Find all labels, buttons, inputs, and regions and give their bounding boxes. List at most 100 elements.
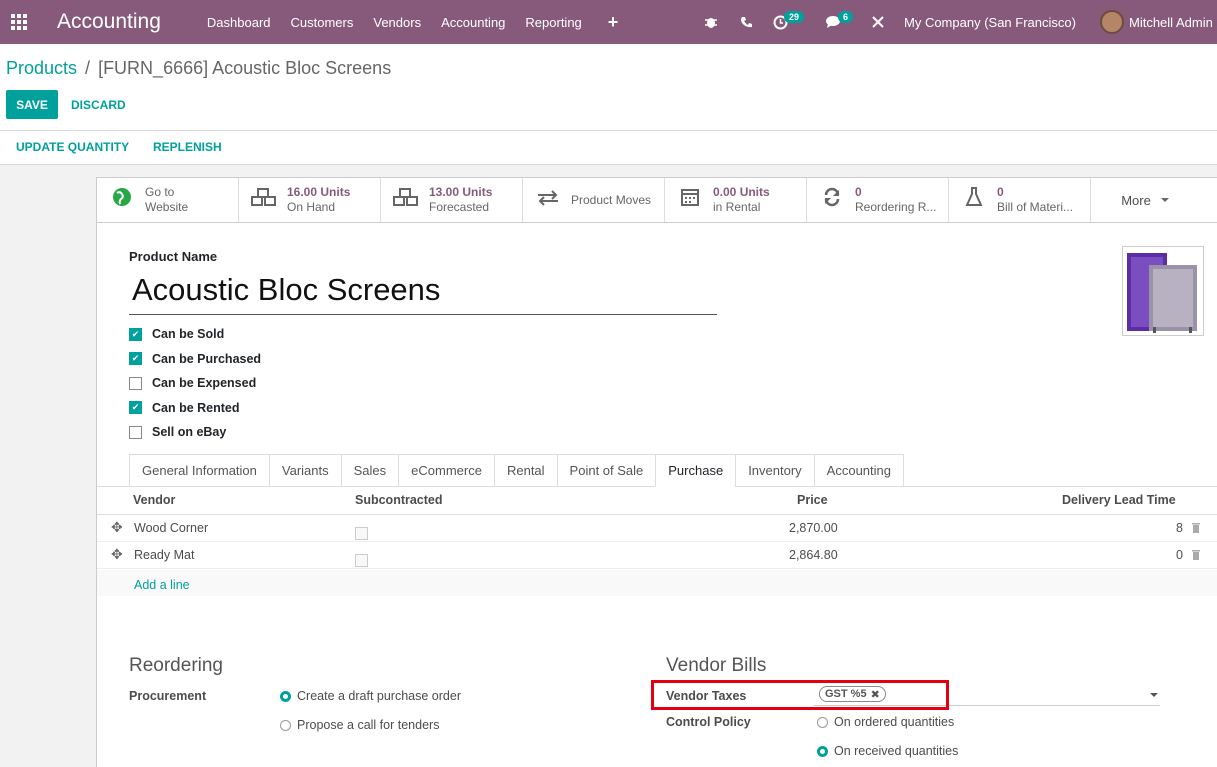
breadcrumb-current: [FURN_6666] Acoustic Bloc Screens bbox=[98, 58, 392, 78]
lead-time-cell[interactable]: 0 bbox=[1176, 548, 1183, 562]
form-sheet: Go to Website 16.00 Units On Hand 13.00 Un… bbox=[96, 177, 1217, 767]
menu-vendors[interactable]: Vendors bbox=[373, 15, 421, 30]
header-lead-time[interactable]: Delivery Lead Time bbox=[1062, 493, 1176, 507]
apps-menu-icon[interactable] bbox=[0, 0, 30, 44]
header-vendor[interactable]: Vendor bbox=[133, 493, 175, 507]
radio-label: Create a draft purchase order bbox=[297, 689, 461, 703]
menu-dashboard[interactable]: Dashboard bbox=[207, 15, 271, 30]
discard-button[interactable]: DISCARD bbox=[71, 90, 126, 119]
menu-reporting[interactable]: Reporting bbox=[525, 15, 581, 30]
company-switcher[interactable]: My Company (San Francisco) bbox=[904, 0, 1076, 44]
replenish-button[interactable]: REPLENISH bbox=[153, 140, 222, 154]
radio-ordered-quantities[interactable]: On ordered quantities bbox=[817, 715, 954, 729]
product-image[interactable] bbox=[1122, 246, 1204, 336]
smart-button-reordering[interactable]: 0 Reordering R... bbox=[807, 178, 949, 222]
vendor-table: Vendor Subcontracted Price Delivery Lead… bbox=[97, 487, 1217, 596]
product-name-input[interactable]: Acoustic Bloc Screens bbox=[129, 268, 717, 315]
messages-icon[interactable]: 6 bbox=[826, 0, 854, 44]
radio-label: On received quantities bbox=[834, 744, 959, 758]
smart-button-forecasted[interactable]: 13.00 Units Forecasted bbox=[381, 178, 523, 222]
smart-button-website[interactable]: Go to Website bbox=[97, 178, 239, 222]
tab-accounting[interactable]: Accounting bbox=[813, 454, 904, 487]
smart-button-rental[interactable]: 0.00 Units in Rental bbox=[665, 178, 807, 222]
tab-variants[interactable]: Variants bbox=[268, 454, 342, 487]
add-line-link[interactable]: Add a line bbox=[134, 578, 190, 592]
tools-icon[interactable] bbox=[871, 0, 885, 44]
option-can-be-expensed[interactable]: Can be Expensed bbox=[129, 371, 261, 396]
header-price[interactable]: Price bbox=[797, 493, 828, 507]
checkbox-unchecked[interactable] bbox=[129, 425, 142, 439]
menu-customers[interactable]: Customers bbox=[291, 15, 354, 30]
radio-unselected[interactable] bbox=[817, 716, 828, 728]
user-menu[interactable]: Mitchell Admin bbox=[1100, 0, 1213, 44]
radio-received-quantities[interactable]: On received quantities bbox=[817, 744, 958, 758]
tab-sales[interactable]: Sales bbox=[340, 454, 400, 487]
app-brand[interactable]: Accounting bbox=[57, 10, 161, 34]
vendor-cell[interactable]: Ready Mat bbox=[134, 548, 194, 562]
radio-selected[interactable] bbox=[817, 745, 828, 757]
avatar bbox=[1100, 10, 1124, 34]
smart-button-bom[interactable]: 0 Bill of Materi... bbox=[949, 178, 1091, 222]
more-dropdown[interactable]: More bbox=[1091, 178, 1199, 222]
table-header: Vendor Subcontracted Price Delivery Lead… bbox=[97, 487, 1217, 515]
tab-general-information[interactable]: General Information bbox=[129, 454, 270, 487]
radio-unselected[interactable] bbox=[280, 719, 291, 731]
tab-purchase[interactable]: Purchase bbox=[655, 454, 737, 487]
header-subcontracted[interactable]: Subcontracted bbox=[355, 493, 443, 507]
drag-handle-icon[interactable]: ✥ bbox=[111, 519, 123, 536]
smart-button-on-hand[interactable]: 16.00 Units On Hand bbox=[239, 178, 381, 222]
cubes-icon bbox=[249, 187, 279, 213]
radio-label: On ordered quantities bbox=[834, 715, 955, 729]
reordering-title: Reordering bbox=[129, 655, 223, 676]
caret-down-icon[interactable] bbox=[1150, 693, 1158, 697]
phone-icon[interactable] bbox=[740, 0, 753, 44]
price-cell[interactable]: 2,864.80 bbox=[789, 548, 838, 562]
smart-label: Product Moves bbox=[571, 192, 652, 207]
table-row[interactable]: ✥ Wood Corner 2,870.00 8 bbox=[97, 515, 1217, 542]
control-policy-label: Control Policy bbox=[666, 715, 751, 729]
radio-draft-po[interactable]: Create a draft purchase order bbox=[280, 689, 461, 703]
tab-inventory[interactable]: Inventory bbox=[735, 454, 815, 487]
option-can-be-rented[interactable]: ✔ Can be Rented bbox=[129, 396, 261, 421]
table-row[interactable]: ✥ Ready Mat 2,864.80 0 bbox=[97, 542, 1217, 569]
drag-handle-icon[interactable]: ✥ bbox=[111, 546, 123, 563]
refresh-icon bbox=[817, 187, 847, 213]
option-label: Can be Purchased bbox=[152, 351, 262, 366]
radio-call-for-tenders[interactable]: Propose a call for tenders bbox=[280, 718, 439, 732]
activity-clock-icon[interactable]: 29 bbox=[773, 0, 805, 44]
plus-icon[interactable]: + bbox=[608, 12, 619, 33]
checkbox-checked[interactable]: ✔ bbox=[129, 352, 142, 366]
product-name-label: Product Name bbox=[129, 249, 218, 264]
smart-value: 0 bbox=[997, 185, 1004, 199]
update-quantity-button[interactable]: UPDATE QUANTITY bbox=[16, 140, 129, 154]
radio-selected[interactable] bbox=[280, 690, 291, 702]
highlight-box bbox=[651, 680, 949, 710]
option-can-be-purchased[interactable]: ✔ Can be Purchased bbox=[129, 347, 261, 372]
activity-count-badge: 29 bbox=[784, 11, 805, 23]
checkbox-unchecked[interactable] bbox=[129, 376, 142, 390]
checkbox-checked[interactable]: ✔ bbox=[129, 327, 142, 341]
option-can-be-sold[interactable]: ✔ Can be Sold bbox=[129, 322, 261, 347]
tab-rental[interactable]: Rental bbox=[493, 454, 558, 487]
breadcrumb-products[interactable]: Products bbox=[6, 58, 77, 78]
vendor-cell[interactable]: Wood Corner bbox=[134, 521, 208, 535]
save-button[interactable]: SAVE bbox=[6, 90, 58, 119]
tab-ecommerce[interactable]: eCommerce bbox=[398, 454, 495, 487]
lead-time-cell[interactable]: 8 bbox=[1176, 521, 1183, 535]
smart-sublabel: On Hand bbox=[287, 200, 336, 214]
form-statusbar: UPDATE QUANTITY REPLENISH bbox=[0, 131, 1217, 165]
checkbox-checked[interactable]: ✔ bbox=[129, 401, 142, 415]
option-label: Can be Rented bbox=[152, 400, 240, 415]
tab-point-of-sale[interactable]: Point of Sale bbox=[556, 454, 657, 487]
bug-icon[interactable] bbox=[704, 0, 718, 44]
option-label: Can be Expensed bbox=[152, 376, 257, 391]
calendar-icon bbox=[675, 187, 705, 213]
trash-icon[interactable] bbox=[1191, 522, 1201, 536]
top-navbar: Accounting Dashboard Customers Vendors A… bbox=[0, 0, 1217, 44]
trash-icon[interactable] bbox=[1191, 549, 1201, 563]
smart-button-product-moves[interactable]: Product Moves bbox=[523, 178, 665, 222]
smart-label: Go to bbox=[145, 185, 175, 199]
price-cell[interactable]: 2,870.00 bbox=[789, 521, 838, 535]
menu-accounting[interactable]: Accounting bbox=[441, 15, 505, 30]
option-sell-on-ebay[interactable]: Sell on eBay bbox=[129, 420, 261, 445]
